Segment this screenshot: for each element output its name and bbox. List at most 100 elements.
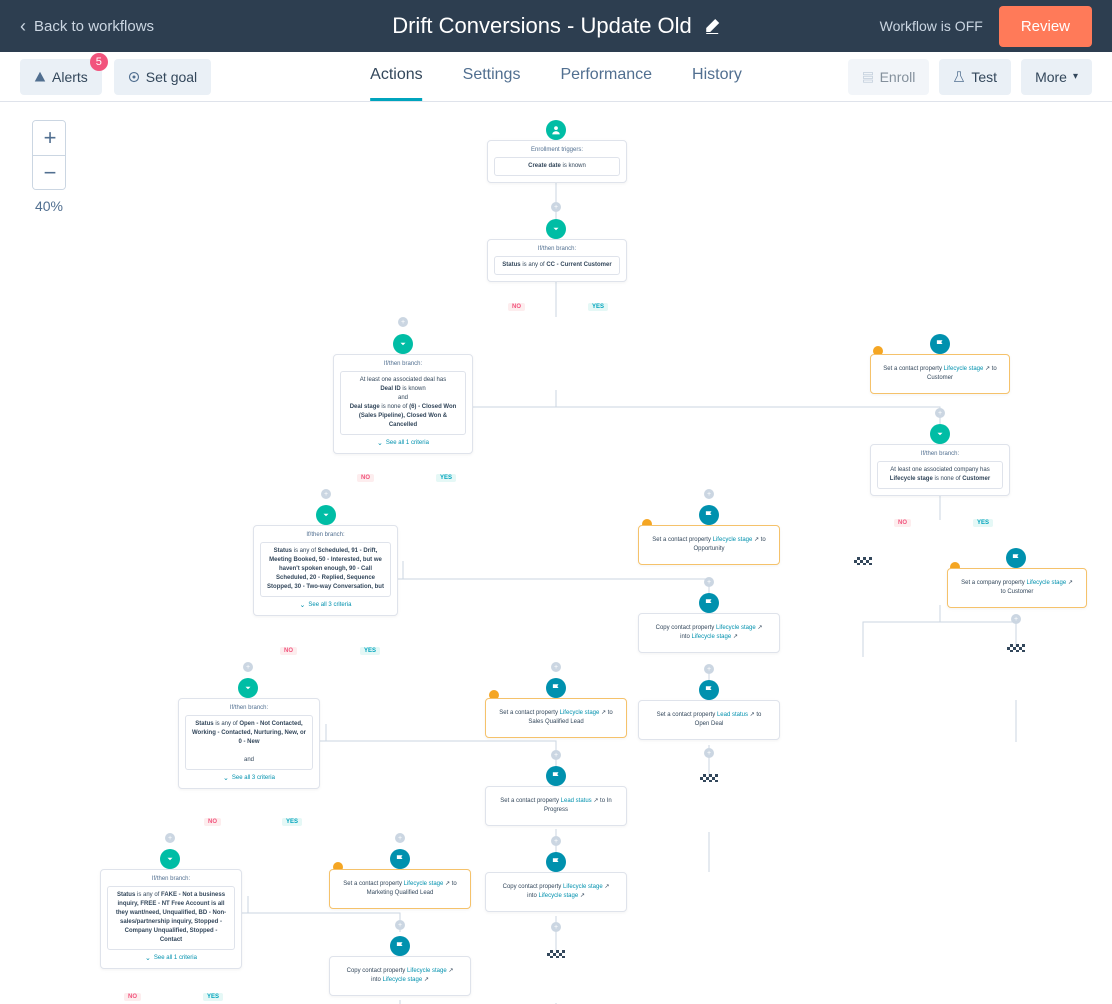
workflow-title: Drift Conversions - Update Old	[392, 13, 720, 39]
action-node[interactable]: Copy contact property Lifecycle stage ↗ …	[485, 872, 627, 912]
add-action-button[interactable]: +	[551, 202, 561, 212]
node-title: If/then branch:	[185, 705, 313, 711]
branch-yes-label: YES	[203, 993, 223, 1001]
flag-icon	[699, 593, 719, 613]
alerts-badge: 5	[90, 53, 108, 71]
see-all-criteria-link[interactable]: ⌄See all 1 criteria	[340, 439, 466, 447]
contact-icon	[546, 120, 566, 140]
action-node[interactable]: Set a company property Lifecycle stage ↗…	[947, 568, 1087, 608]
add-action-button[interactable]: +	[398, 317, 408, 327]
test-label: Test	[971, 69, 997, 85]
workflow-title-text: Drift Conversions - Update Old	[392, 13, 692, 39]
add-action-button[interactable]: +	[551, 836, 561, 846]
see-all-criteria-link[interactable]: ⌄See all 3 criteria	[260, 601, 391, 609]
flag-icon	[546, 678, 566, 698]
node-body: Status is any of CC - Current Customer	[494, 256, 620, 275]
add-action-button[interactable]: +	[551, 922, 561, 932]
branch-icon	[316, 505, 336, 525]
more-label: More	[1035, 69, 1067, 85]
branch-node[interactable]: If/then branch: Status is any of CC - Cu…	[487, 239, 627, 282]
node-title: If/then branch:	[494, 246, 620, 252]
action-node[interactable]: Set a contact property Lifecycle stage ↗…	[329, 869, 471, 909]
more-button[interactable]: More ▾	[1021, 59, 1092, 95]
node-body: Status is any of Scheduled, 91 - Drift, …	[260, 542, 391, 597]
node-body: Copy contact property Lifecycle stage ↗ …	[645, 620, 773, 646]
zoom-in-button[interactable]: +	[33, 121, 66, 155]
node-title: Enrollment triggers:	[494, 147, 620, 153]
node-title: If/then branch:	[260, 532, 391, 538]
branch-node[interactable]: If/then branch: At least one associated …	[870, 444, 1010, 496]
node-body: Status is any of FAKE - Not a business i…	[107, 886, 235, 950]
node-title: If/then branch:	[107, 876, 235, 882]
workflow-canvas[interactable]: Enrollment triggers: Create date is know…	[0, 102, 1112, 1004]
branch-icon	[546, 219, 566, 239]
flag-icon	[699, 680, 719, 700]
enrollment-trigger-node[interactable]: Enrollment triggers: Create date is know…	[487, 140, 627, 183]
add-action-button[interactable]: +	[395, 833, 405, 843]
see-all-criteria-link[interactable]: ⌄See all 1 criteria	[107, 954, 235, 962]
back-label: Back to workflows	[34, 18, 154, 35]
flag-icon	[390, 936, 410, 956]
tab-actions[interactable]: Actions	[370, 52, 422, 101]
add-action-button[interactable]: +	[1011, 614, 1021, 624]
branch-no-label: NO	[204, 818, 221, 826]
add-action-button[interactable]: +	[704, 748, 714, 758]
workflow-status: Workflow is OFF	[880, 18, 983, 34]
node-body: Copy contact property Lifecycle stage ↗ …	[336, 963, 464, 989]
add-action-button[interactable]: +	[704, 489, 714, 499]
action-node[interactable]: Set a contact property Lead status ↗ to …	[485, 786, 627, 826]
branch-no-label: NO	[280, 647, 297, 655]
add-action-button[interactable]: +	[165, 833, 175, 843]
alerts-button[interactable]: Alerts 5	[20, 59, 102, 95]
action-node[interactable]: Set a contact property Lifecycle stage ↗…	[870, 354, 1010, 394]
target-icon	[128, 71, 140, 83]
alert-icon	[34, 71, 46, 83]
branch-yes-label: YES	[282, 818, 302, 826]
branch-node[interactable]: If/then branch: Status is any of Schedul…	[253, 525, 398, 616]
add-action-button[interactable]: +	[243, 662, 253, 672]
branch-no-label: NO	[508, 303, 525, 311]
action-node[interactable]: Set a contact property Lifecycle stage ↗…	[485, 698, 627, 738]
end-marker	[854, 557, 872, 565]
branch-icon	[930, 424, 950, 444]
branch-no-label: NO	[357, 474, 374, 482]
branch-yes-label: YES	[588, 303, 608, 311]
add-action-button[interactable]: +	[935, 408, 945, 418]
branch-yes-label: YES	[360, 647, 380, 655]
add-action-button[interactable]: +	[321, 489, 331, 499]
enroll-label: Enroll	[880, 69, 916, 85]
see-all-criteria-link[interactable]: ⌄See all 3 criteria	[185, 774, 313, 782]
branch-icon	[238, 678, 258, 698]
node-body: At least one associated deal has Deal ID…	[340, 371, 466, 435]
tab-history[interactable]: History	[692, 52, 742, 101]
tab-settings[interactable]: Settings	[463, 52, 521, 101]
node-body: Set a contact property Lifecycle stage ↗…	[645, 532, 773, 558]
set-goal-button[interactable]: Set goal	[114, 59, 211, 95]
flag-icon	[699, 505, 719, 525]
flag-icon	[390, 849, 410, 869]
node-body: Set a contact property Lead status ↗ to …	[645, 707, 773, 733]
chevron-down-icon: ▾	[1073, 71, 1078, 82]
branch-node[interactable]: If/then branch: Status is any of FAKE - …	[100, 869, 242, 969]
zoom-out-button[interactable]: −	[33, 155, 66, 189]
action-node[interactable]: Copy contact property Lifecycle stage ↗ …	[638, 613, 780, 653]
add-action-button[interactable]: +	[395, 920, 405, 930]
tab-performance[interactable]: Performance	[560, 52, 652, 101]
add-action-button[interactable]: +	[704, 664, 714, 674]
branch-node[interactable]: If/then branch: At least one associated …	[333, 354, 473, 454]
action-node[interactable]: Set a contact property Lead status ↗ to …	[638, 700, 780, 740]
node-body: Set a company property Lifecycle stage ↗…	[954, 575, 1080, 601]
review-button[interactable]: Review	[999, 6, 1092, 47]
end-marker	[1007, 644, 1025, 652]
set-goal-label: Set goal	[146, 69, 197, 85]
node-body: Copy contact property Lifecycle stage ↗ …	[492, 879, 620, 905]
add-action-button[interactable]: +	[551, 662, 561, 672]
back-to-workflows-link[interactable]: ‹ Back to workflows	[20, 16, 154, 37]
test-button[interactable]: Test	[939, 59, 1011, 95]
add-action-button[interactable]: +	[704, 577, 714, 587]
action-node[interactable]: Set a contact property Lifecycle stage ↗…	[638, 525, 780, 565]
edit-icon[interactable]	[704, 18, 720, 34]
branch-node[interactable]: If/then branch: Status is any of Open - …	[178, 698, 320, 789]
action-node[interactable]: Copy contact property Lifecycle stage ↗ …	[329, 956, 471, 996]
add-action-button[interactable]: +	[551, 750, 561, 760]
